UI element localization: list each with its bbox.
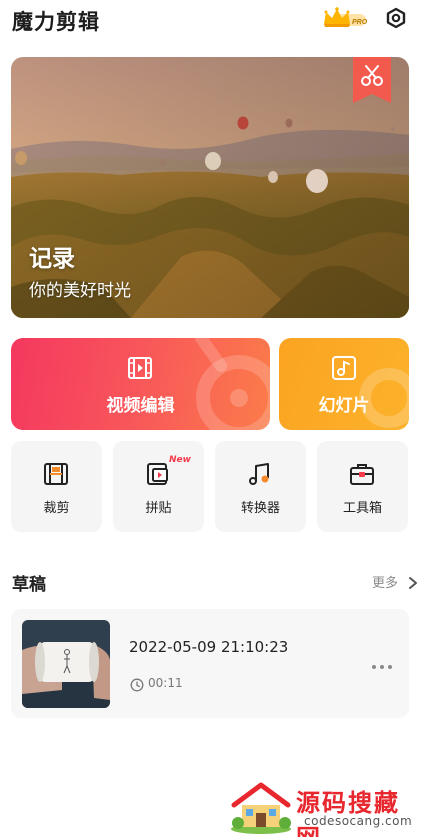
tool-toolbox[interactable]: 工具箱 [317, 441, 408, 532]
tool-collage-label: 拼贴 [145, 501, 172, 516]
video-edit-label: 视频编辑 [106, 396, 175, 416]
more-link[interactable]: 更多 [372, 572, 398, 591]
clock-icon [130, 677, 144, 692]
watermark: 源码搜藏网 codesocang.com [228, 775, 424, 837]
watermark-url: codesocang.com [304, 814, 413, 828]
chevron-right-icon[interactable] [408, 575, 418, 589]
banner-title: 记录 [29, 246, 75, 272]
tool-collage[interactable]: New 拼贴 [113, 441, 204, 532]
music-convert-icon [247, 461, 273, 487]
crop-film-icon [43, 461, 69, 487]
app-title: 魔力剪辑 [12, 10, 100, 34]
hero-banner[interactable]: 记录 你的美好时光 [11, 57, 409, 318]
tool-converter[interactable]: 转换器 [215, 441, 306, 532]
tool-crop-label: 裁剪 [43, 501, 70, 516]
drafts-title: 草稿 [12, 575, 46, 595]
house-logo-icon [231, 782, 291, 834]
film-icon [127, 355, 153, 381]
more-dots-icon[interactable] [371, 656, 393, 669]
draft-date: 2022-05-09 21:10:23 [129, 638, 289, 656]
video-edit-button[interactable]: 视频编辑 [11, 338, 270, 430]
toolbox-icon [349, 461, 375, 487]
watermark-text: 源码搜藏网 [296, 788, 400, 837]
scissors-tag-icon [353, 57, 391, 103]
draft-item[interactable]: 2022-05-09 21:10:23 00:11 [11, 609, 409, 718]
tool-converter-label: 转换器 [240, 501, 280, 516]
tool-toolbox-label: 工具箱 [342, 501, 382, 516]
draft-duration: 00:11 [148, 676, 183, 690]
music-note-icon [331, 355, 357, 381]
new-badge: New [169, 455, 191, 465]
vip-crown-icon[interactable]: PRO [322, 6, 368, 28]
banner-subtitle: 你的美好时光 [29, 281, 131, 301]
settings-hexagon-icon[interactable] [384, 6, 408, 30]
tool-crop[interactable]: 裁剪 [11, 441, 102, 532]
app-header: 魔力剪辑 PRO [0, 0, 424, 38]
slideshow-label: 幻灯片 [318, 396, 370, 416]
vip-badge-text: PRO [352, 19, 368, 26]
draft-thumbnail [22, 620, 110, 708]
slideshow-button[interactable]: 幻灯片 [279, 338, 409, 430]
decorative-circle-icon [195, 338, 270, 430]
collage-icon [145, 461, 171, 487]
